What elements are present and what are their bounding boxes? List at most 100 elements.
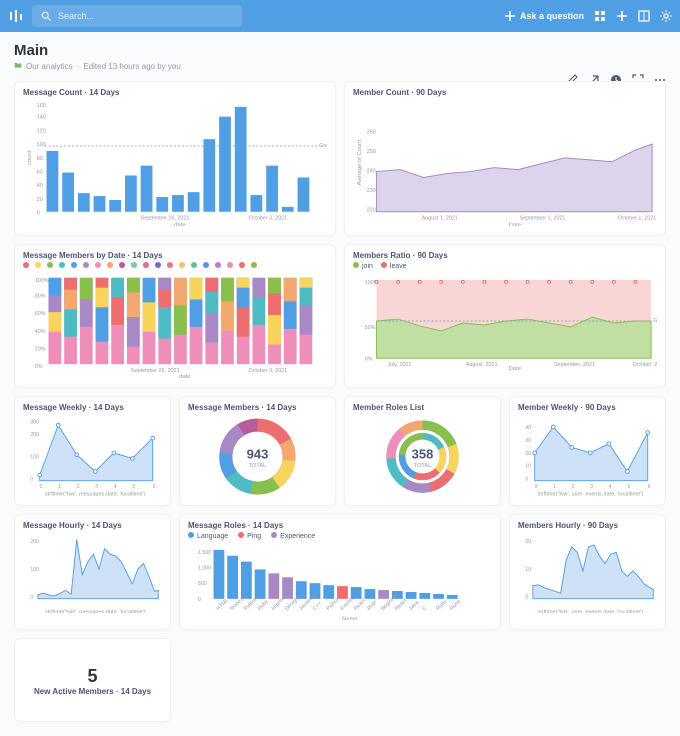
svg-text:3: 3 bbox=[95, 484, 98, 490]
svg-text:0%: 0% bbox=[365, 357, 373, 363]
edited-label: Edited 13 hours ago by you bbox=[83, 62, 180, 71]
svg-text:strftime('%w', messages.date,: strftime('%w', messages.date, 'localtime… bbox=[45, 492, 146, 496]
svg-text:120: 120 bbox=[37, 128, 46, 134]
plus-icon[interactable] bbox=[616, 10, 628, 22]
svg-text:500: 500 bbox=[198, 581, 207, 587]
svg-text:Name: Name bbox=[342, 616, 358, 620]
svg-text:100: 100 bbox=[37, 142, 46, 148]
svg-text:20: 20 bbox=[37, 197, 43, 203]
ask-question-button[interactable]: Ask a question bbox=[504, 10, 584, 22]
chart-member-count: Average of Count 220230240250260 August … bbox=[353, 99, 657, 226]
app-logo-icon[interactable] bbox=[8, 8, 24, 24]
svg-text:160: 160 bbox=[37, 103, 46, 109]
svg-text:August 1, 2021: August 1, 2021 bbox=[422, 216, 458, 222]
svg-text:October 3, 2021: October 3, 2021 bbox=[249, 368, 288, 374]
svg-text:5: 5 bbox=[132, 484, 135, 490]
svg-text:60: 60 bbox=[37, 170, 43, 176]
svg-text:100: 100 bbox=[30, 567, 39, 573]
chart-member-weekly: 010203040 0123456 strftime('%w', user_ev… bbox=[518, 414, 657, 496]
chart-members-ratio: 0%50%100% Goal July, 2021August, 2021Sep… bbox=[353, 272, 657, 370]
card-new-active[interactable]: 5 New Active Members · 14 Days bbox=[14, 638, 171, 722]
svg-text:1: 1 bbox=[553, 484, 556, 490]
card-msg-hourly[interactable]: Message Hourly · 14 Days 0100200 strftim… bbox=[14, 514, 171, 630]
card-member-weekly[interactable]: Member Weekly · 90 Days 010203040 012345… bbox=[509, 396, 666, 506]
svg-text:140: 140 bbox=[37, 115, 46, 121]
svg-text:October 3, 2021: October 3, 2021 bbox=[249, 216, 288, 222]
svg-text:TOTAL: TOTAL bbox=[249, 463, 266, 469]
svg-text:0: 0 bbox=[525, 477, 528, 483]
svg-text:PHP: PHP bbox=[367, 600, 379, 612]
svg-text:200: 200 bbox=[30, 433, 39, 439]
svg-text:date: date bbox=[174, 222, 185, 226]
svg-text:60%: 60% bbox=[35, 312, 46, 318]
bookmark-icon[interactable] bbox=[638, 10, 650, 22]
svg-text:2: 2 bbox=[77, 484, 80, 490]
gear-icon[interactable] bbox=[660, 10, 672, 22]
svg-text:30: 30 bbox=[525, 438, 531, 444]
search-input[interactable]: Search... bbox=[32, 5, 242, 27]
svg-text:C++: C++ bbox=[312, 600, 323, 611]
svg-text:strftime('%w', user_events.dat: strftime('%w', user_events.date, 'localt… bbox=[537, 492, 643, 496]
card-members-hourly[interactable]: Members Hourly · 90 Days 01020 strftime(… bbox=[509, 514, 666, 630]
svg-text:20: 20 bbox=[525, 451, 531, 457]
svg-text:4: 4 bbox=[609, 484, 612, 490]
collection-link[interactable]: Our analytics bbox=[26, 62, 73, 71]
card-msg-weekly[interactable]: Message Weekly · 14 Days 0100200300 0123… bbox=[14, 396, 171, 506]
card-msg-roles[interactable]: Message Roles · 14 Days Language Ping Ex… bbox=[179, 514, 501, 630]
chart-msg-weekly: 0100200300 0123456 strftime('%w', messag… bbox=[23, 414, 162, 496]
plus-icon bbox=[504, 10, 516, 22]
svg-text:0: 0 bbox=[30, 477, 33, 483]
svg-text:943: 943 bbox=[247, 447, 269, 462]
svg-text:Ruby: Ruby bbox=[257, 599, 270, 612]
card-msg-members-donut[interactable]: Message Members · 14 Days 943 TOTAL bbox=[179, 396, 336, 506]
svg-text:10: 10 bbox=[525, 464, 531, 470]
page-header: Main Our analytics · Edited 13 hours ago… bbox=[0, 32, 680, 75]
svg-text:0: 0 bbox=[37, 211, 40, 217]
svg-text:date: date bbox=[179, 374, 190, 378]
svg-text:20: 20 bbox=[525, 539, 531, 545]
svg-text:September, 2021: September, 2021 bbox=[554, 363, 595, 369]
svg-text:10: 10 bbox=[525, 567, 531, 573]
svg-text:1,500: 1,500 bbox=[198, 550, 211, 556]
svg-text:October 1, 2021: October 1, 2021 bbox=[618, 216, 657, 222]
chart-message-count: count 020406080100120140160 Goal bbox=[23, 99, 327, 226]
svg-text:Date: Date bbox=[509, 222, 521, 226]
search-placeholder: Search... bbox=[58, 11, 94, 21]
svg-text:358: 358 bbox=[412, 447, 434, 462]
legend: join leave bbox=[353, 262, 657, 270]
search-icon bbox=[40, 10, 52, 22]
svg-text:200: 200 bbox=[30, 539, 39, 545]
svg-text:100: 100 bbox=[30, 455, 39, 461]
svg-text:40%: 40% bbox=[35, 329, 46, 335]
svg-text:3: 3 bbox=[590, 484, 593, 490]
svg-text:TOTAL: TOTAL bbox=[414, 463, 431, 469]
legend: Language Ping Experience bbox=[188, 532, 492, 540]
svg-text:count: count bbox=[27, 150, 33, 165]
card-members-ratio[interactable]: Members Ratio · 90 Days join leave 0%50%… bbox=[344, 244, 666, 388]
topbar: Search... Ask a question bbox=[0, 0, 680, 32]
svg-text:strftime('%H', messages.date,: strftime('%H', messages.date, 'localtime… bbox=[45, 609, 146, 613]
svg-text:September 1, 2021: September 1, 2021 bbox=[520, 216, 566, 222]
svg-text:240: 240 bbox=[367, 169, 376, 175]
svg-text:0: 0 bbox=[535, 484, 538, 490]
svg-text:230: 230 bbox=[367, 188, 376, 194]
chart-msg-hourly: 0 100 200 strftime('%H', messages.date, 'l… bbox=[23, 532, 162, 614]
svg-text:C: C bbox=[421, 605, 428, 612]
svg-text:September 26, 2021: September 26, 2021 bbox=[131, 368, 180, 374]
svg-text:0: 0 bbox=[525, 595, 528, 601]
svg-text:Ruby: Ruby bbox=[435, 599, 448, 612]
svg-text:Java: Java bbox=[408, 600, 420, 612]
card-msg-members-date[interactable]: Message Members by Date · 14 Days 0%20%4… bbox=[14, 244, 336, 388]
chart-stacked-bars: 0%20%40%60%80%100% bbox=[23, 270, 327, 378]
card-message-count[interactable]: Message Count · 14 Days count 0204060801… bbox=[14, 81, 336, 236]
card-member-roles-donut[interactable]: Member Roles List 358 TOTAL bbox=[344, 396, 501, 506]
svg-text:October, 2021: October, 2021 bbox=[632, 363, 657, 369]
svg-text:0: 0 bbox=[30, 595, 33, 601]
card-member-count[interactable]: Member Count · 90 Days Average of Count … bbox=[344, 81, 666, 236]
svg-text:4: 4 bbox=[114, 484, 117, 490]
chart-donut-943: 943 TOTAL bbox=[188, 414, 327, 496]
grid-icon[interactable] bbox=[594, 10, 606, 22]
svg-text:6: 6 bbox=[648, 484, 651, 490]
svg-text:Rune: Rune bbox=[449, 599, 462, 612]
page-title: Main bbox=[14, 42, 666, 59]
